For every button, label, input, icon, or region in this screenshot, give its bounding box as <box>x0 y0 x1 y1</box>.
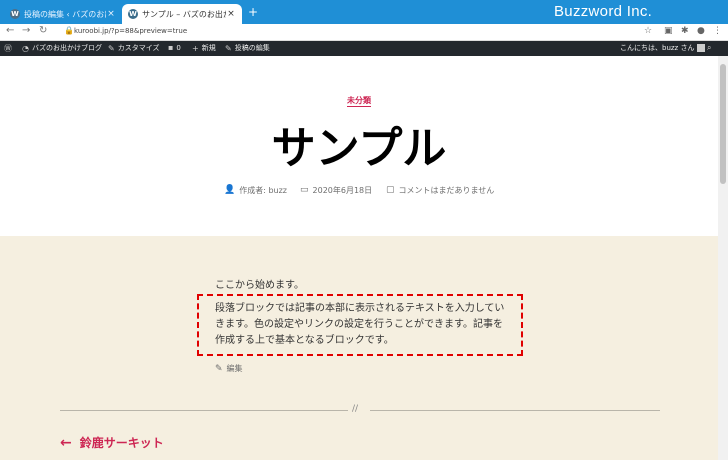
post-comments[interactable]: ▢ コメントはまだありません <box>386 184 494 196</box>
pencil-icon: ✎ <box>225 43 232 53</box>
scrollbar-thumb[interactable] <box>720 64 726 184</box>
tab-title: 投稿の編集 ‹ バズのお出かけブログ <box>24 9 106 19</box>
tab-title: サンプル – バズのお出かけブログ <box>142 9 226 19</box>
wp-logo-icon[interactable]: Ⓦ <box>4 43 15 54</box>
back-icon[interactable]: ← <box>6 25 14 36</box>
separator-line <box>60 410 348 411</box>
previous-post-link[interactable]: ← 鈴鹿サーキット <box>60 434 164 451</box>
tab-strip: W 投稿の編集 ‹ バズのお出かけブログ × W サンプル – バズのお出かけブ… <box>0 0 728 24</box>
admin-account[interactable]: こんにちは、buzz さん <box>620 43 706 53</box>
new-tab-button[interactable]: + <box>248 5 258 19</box>
calendar-icon: ▭ <box>300 185 309 195</box>
brand-label: Buzzword Inc. <box>554 3 653 20</box>
admin-new[interactable]: + 新規 <box>192 43 216 53</box>
close-icon[interactable]: × <box>226 9 236 19</box>
entry-header: 未分類 サンプル 👤 作成者: buzz ▭ 2020年6月18日 ▢ コメント… <box>0 56 718 236</box>
admin-site-name[interactable]: ◔ バズのお出かけブログ <box>22 43 102 53</box>
page-title: サンプル <box>271 123 447 174</box>
puzzle-icon[interactable]: ✱ <box>681 26 689 36</box>
separator-mark: // <box>352 404 359 414</box>
paragraph: ここから始めます。 <box>215 280 304 291</box>
scrollbar[interactable] <box>718 56 728 460</box>
wordpress-icon: W <box>10 9 20 19</box>
paragraph-block: 段落ブロックでは記事の本部に表示されるテキストを入力していきます。色の設定やリン… <box>215 303 505 346</box>
forward-icon[interactable]: → <box>22 25 30 36</box>
entry-content: ここから始めます。 段落ブロックでは記事の本部に表示されるテキストを入力していき… <box>0 236 718 460</box>
brush-icon: ✎ <box>108 43 115 53</box>
admin-edit-post[interactable]: ✎ 投稿の編集 <box>225 43 270 53</box>
dashboard-icon: ◔ <box>22 43 29 53</box>
category-link[interactable]: 未分類 <box>0 95 718 107</box>
wp-admin-bar: Ⓦ ◔ バズのお出かけブログ ✎ カスタマイズ ▪ 0 + 新規 ✎ 投稿の編集… <box>0 41 728 56</box>
avatar <box>697 44 706 52</box>
comment-icon: ▪ <box>168 43 174 52</box>
edit-link[interactable]: ✎ 編集 <box>215 363 243 374</box>
url-field[interactable]: kuroobi.jp/?p=88&preview=true <box>74 27 187 35</box>
tab-edit-post[interactable]: W 投稿の編集 ‹ バズのお出かけブログ × <box>4 4 122 24</box>
arrow-left-icon: ← <box>60 434 72 451</box>
bookmark-star-icon[interactable]: ☆ <box>644 26 652 36</box>
close-icon[interactable]: × <box>106 9 116 19</box>
wordpress-icon: W <box>128 9 138 19</box>
page-content: 未分類 サンプル 👤 作成者: buzz ▭ 2020年6月18日 ▢ コメント… <box>0 56 718 460</box>
comment-icon: ▢ <box>386 185 395 195</box>
reload-icon[interactable]: ↻ <box>39 25 47 36</box>
post-date[interactable]: ▭ 2020年6月18日 <box>300 184 372 196</box>
edit-icon: ✎ <box>215 363 223 374</box>
extension-icon[interactable]: ▣ <box>664 26 673 36</box>
admin-customize[interactable]: ✎ カスタマイズ <box>108 43 160 53</box>
lock-icon[interactable]: 🔒 <box>64 26 74 35</box>
separator-line <box>370 410 660 411</box>
person-icon: 👤 <box>224 185 236 195</box>
menu-icon[interactable]: ⋮ <box>713 26 722 36</box>
plus-icon: + <box>192 43 199 53</box>
browser-window: W 投稿の編集 ‹ バズのお出かけブログ × W サンプル – バズのお出かけブ… <box>0 0 728 460</box>
profile-icon[interactable]: ● <box>697 26 705 36</box>
address-toolbar: ← → ↻ 🔒 kuroobi.jp/?p=88&preview=true ☆ … <box>0 24 728 41</box>
post-author[interactable]: 👤 作成者: buzz <box>224 184 287 196</box>
admin-comments[interactable]: ▪ 0 <box>168 43 181 52</box>
search-icon[interactable]: ⌕ <box>707 43 714 53</box>
tab-sample[interactable]: W サンプル – バズのお出かけブログ × <box>122 4 242 24</box>
